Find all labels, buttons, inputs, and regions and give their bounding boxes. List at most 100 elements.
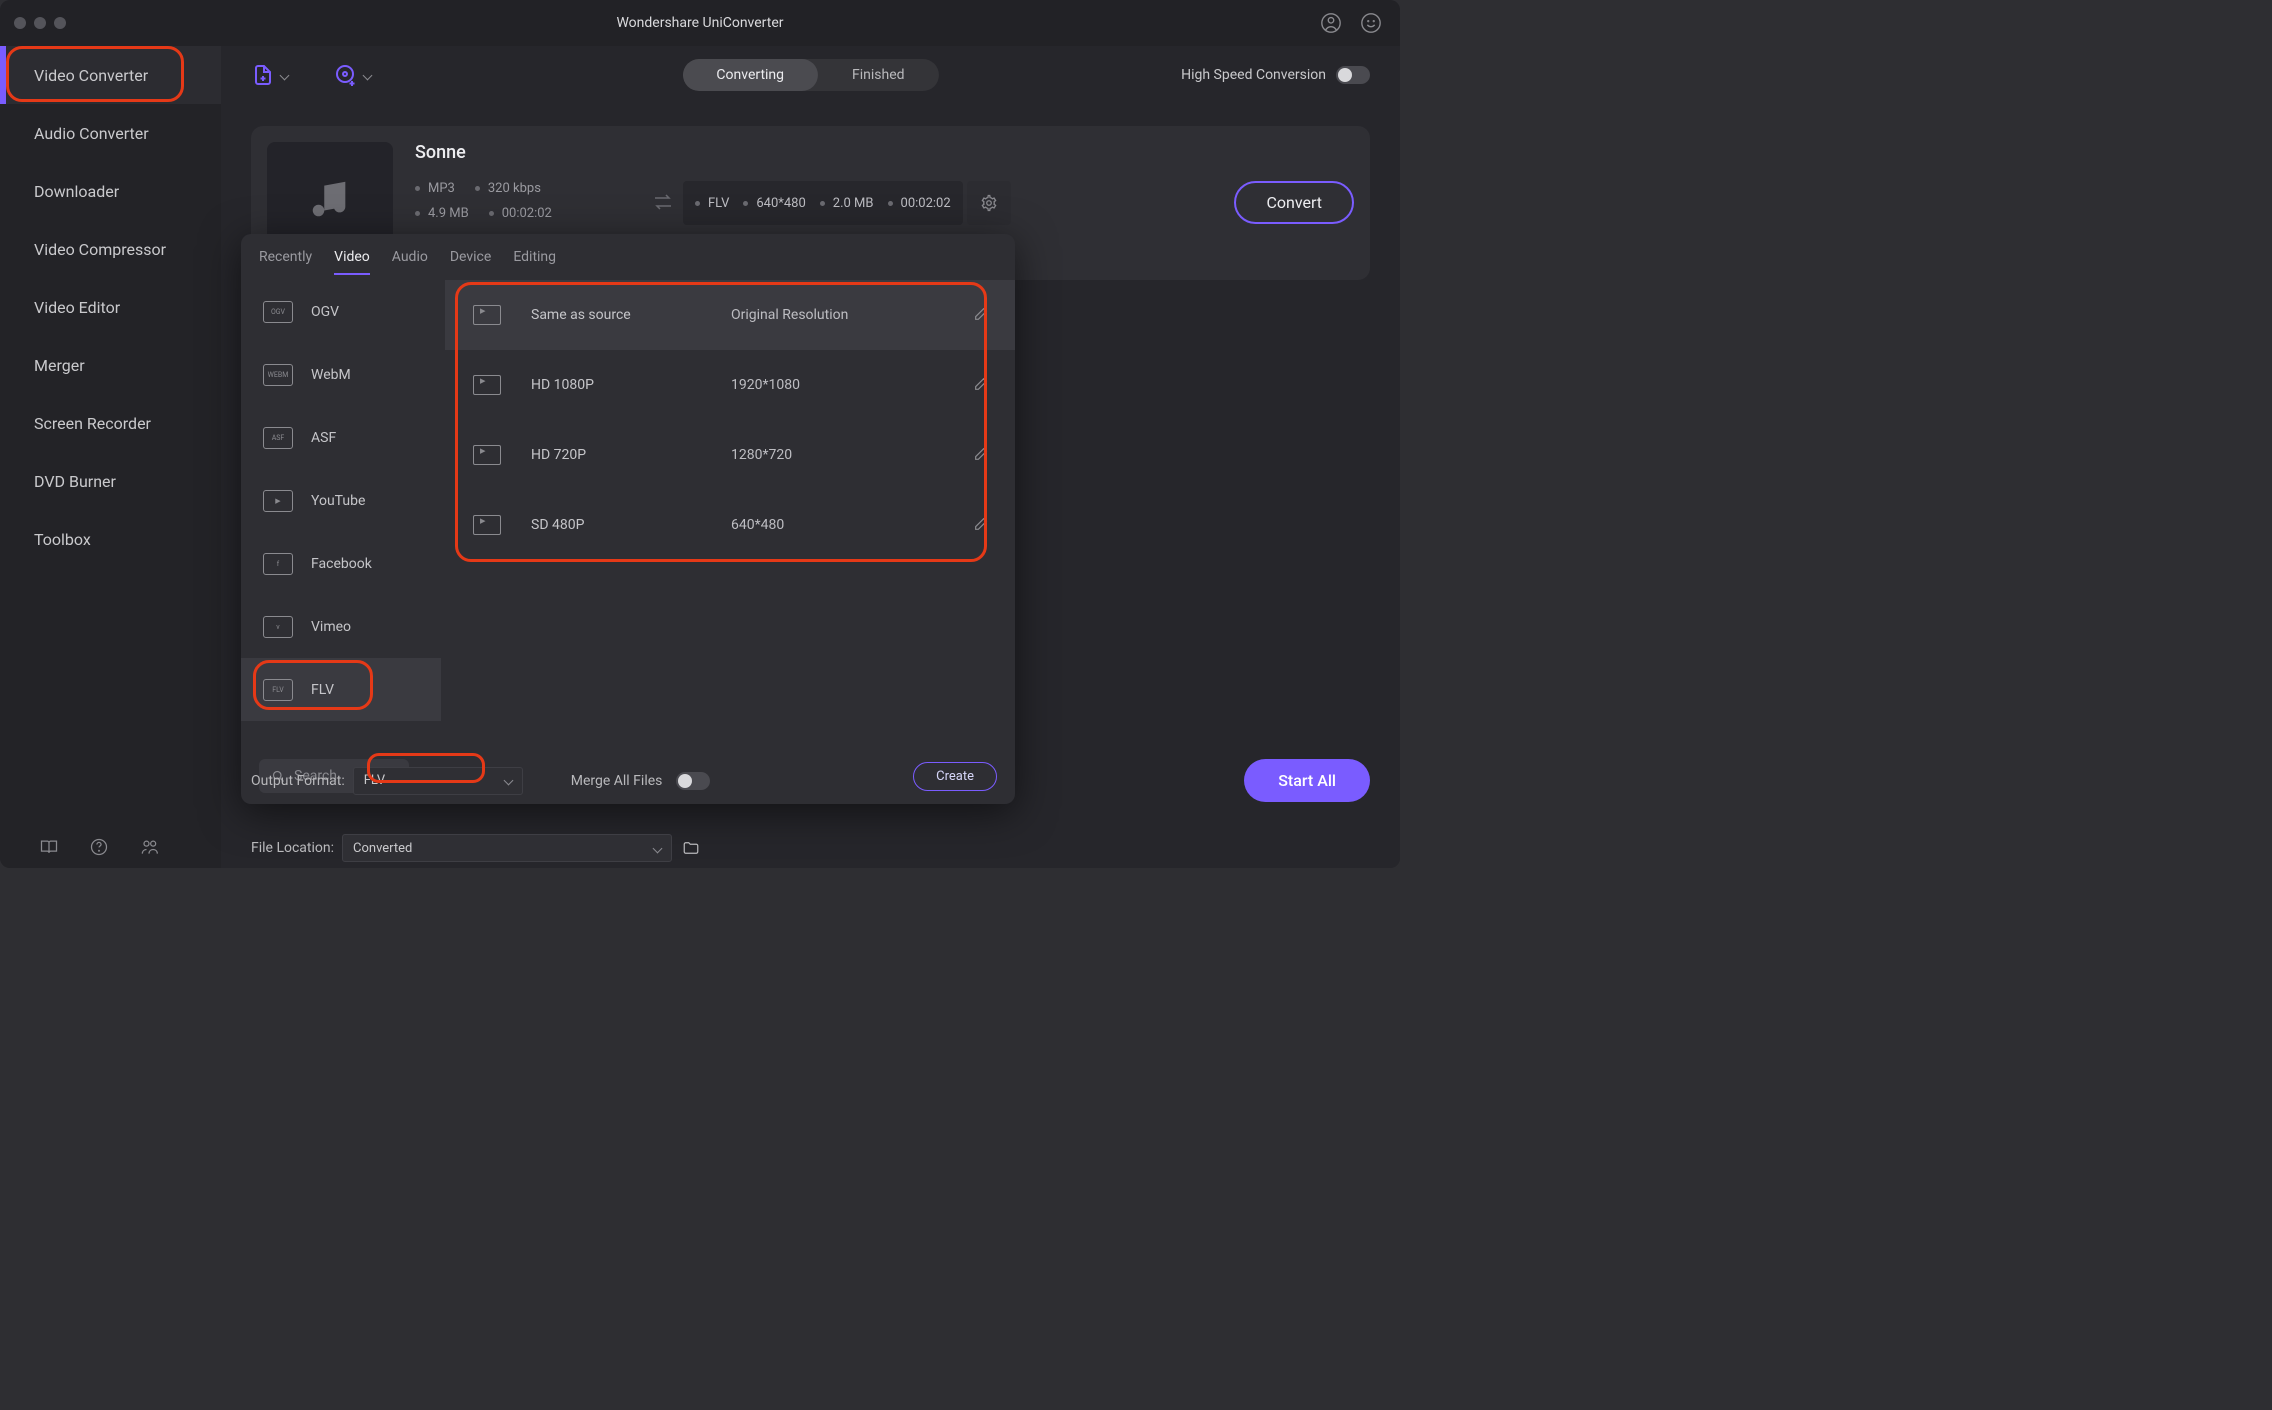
output-format-select[interactable]: FLV bbox=[353, 767, 523, 795]
edit-icon[interactable] bbox=[973, 446, 991, 464]
sidebar-item-audio-converter[interactable]: Audio Converter bbox=[0, 104, 221, 162]
format-list[interactable]: OGV OGV WEBM WebM ASF ASF ▶ YouTube fFaceboo… bbox=[241, 280, 441, 748]
segment-control[interactable]: Converting Finished bbox=[682, 59, 938, 91]
format-badge-icon: ▶ bbox=[263, 490, 293, 512]
start-all-button[interactable]: Start All bbox=[1244, 759, 1370, 802]
high-speed-toggle[interactable] bbox=[1336, 66, 1370, 84]
format-badge-icon: f bbox=[263, 553, 293, 575]
format-badge-icon: FLV bbox=[263, 679, 293, 701]
format-item-asf[interactable]: ASF ASF bbox=[241, 406, 441, 469]
format-badge-icon: WEBM bbox=[263, 364, 293, 386]
format-label: FLV bbox=[311, 682, 334, 698]
chevron-down-icon bbox=[363, 70, 373, 80]
output-format-label: Output Format: bbox=[251, 773, 345, 789]
sidebar-item-screen-recorder[interactable]: Screen Recorder bbox=[0, 394, 221, 452]
resolution-sub: 1920*1080 bbox=[731, 377, 973, 393]
edit-icon[interactable] bbox=[973, 306, 991, 324]
file-location-label: File Location: bbox=[251, 840, 334, 856]
chevron-down-icon bbox=[280, 70, 290, 80]
sidebar-accent bbox=[0, 46, 6, 104]
resolution-list: Same as source Original Resolution HD 10… bbox=[441, 280, 1015, 748]
resolution-title: SD 480P bbox=[531, 517, 731, 533]
format-badge-icon: OGV bbox=[263, 301, 293, 323]
toolbar: Converting Finished High Speed Conversio… bbox=[221, 46, 1400, 104]
src-bitrate: 320 kbps bbox=[475, 181, 541, 196]
high-speed-label: High Speed Conversion bbox=[1181, 67, 1326, 83]
output-format-value: FLV bbox=[364, 773, 385, 788]
sidebar-item-label: DVD Burner bbox=[34, 472, 116, 491]
tgt-resolution: 640*480 bbox=[743, 196, 805, 211]
tab-finished[interactable]: Finished bbox=[818, 59, 939, 91]
tab-recently[interactable]: Recently bbox=[259, 249, 312, 265]
tab-editing[interactable]: Editing bbox=[513, 249, 556, 265]
format-label: OGV bbox=[311, 304, 339, 320]
format-item-webm[interactable]: WEBM WebM bbox=[241, 343, 441, 406]
chevron-down-icon bbox=[503, 776, 513, 786]
feedback-icon[interactable] bbox=[1360, 12, 1382, 34]
merge-all-label: Merge All Files bbox=[571, 773, 663, 789]
tutorial-icon[interactable] bbox=[38, 836, 60, 858]
sidebar-item-toolbox[interactable]: Toolbox bbox=[0, 510, 221, 568]
resolution-sub: Original Resolution bbox=[731, 307, 973, 323]
sidebar-item-label: Toolbox bbox=[34, 530, 91, 549]
sidebar-item-label: Audio Converter bbox=[34, 124, 149, 143]
resolution-item[interactable]: SD 480P 640*480 bbox=[445, 490, 1015, 560]
resolution-sub: 1280*720 bbox=[731, 447, 973, 463]
chevron-down-icon bbox=[653, 843, 663, 853]
user-icon[interactable] bbox=[1320, 12, 1342, 34]
add-file-button[interactable] bbox=[251, 63, 288, 87]
sidebar-item-video-converter[interactable]: Video Converter bbox=[0, 46, 221, 104]
help-icon[interactable] bbox=[88, 836, 110, 858]
target-settings-button[interactable] bbox=[967, 181, 1011, 225]
format-item-vimeo[interactable]: vVimeo bbox=[241, 595, 441, 658]
file-location-select[interactable]: Converted bbox=[342, 834, 672, 862]
format-label: WebM bbox=[311, 367, 351, 383]
bottom-bar: Output Format: FLV Merge All Files Start… bbox=[251, 759, 1370, 862]
format-badge-icon: v bbox=[263, 616, 293, 638]
dropdown-tabs: Recently Video Audio Device Editing bbox=[241, 234, 1015, 280]
src-format: MP3 bbox=[415, 181, 455, 196]
video-icon bbox=[473, 515, 501, 535]
resolution-title: HD 1080P bbox=[531, 377, 731, 393]
tgt-size: 2.0 MB bbox=[820, 196, 874, 211]
format-label: YouTube bbox=[311, 493, 365, 509]
app-title: Wondershare UniConverter bbox=[0, 15, 1400, 31]
tgt-duration: 00:02:02 bbox=[888, 196, 951, 211]
sidebar-item-merger[interactable]: Merger bbox=[0, 336, 221, 394]
tab-video[interactable]: Video bbox=[334, 249, 370, 265]
tgt-format: FLV bbox=[695, 196, 729, 211]
format-item-youtube[interactable]: ▶ YouTube bbox=[241, 469, 441, 532]
sidebar-item-label: Screen Recorder bbox=[34, 414, 151, 433]
target-info-pill[interactable]: FLV 640*480 2.0 MB 00:02:02 bbox=[683, 181, 963, 225]
convert-button[interactable]: Convert bbox=[1234, 181, 1354, 224]
resolution-item[interactable]: HD 720P 1280*720 bbox=[445, 420, 1015, 490]
sidebar-item-dvd-burner[interactable]: DVD Burner bbox=[0, 452, 221, 510]
tab-converting[interactable]: Converting bbox=[682, 59, 818, 91]
convert-arrow-icon bbox=[651, 190, 675, 214]
resolution-title: Same as source bbox=[531, 307, 731, 323]
format-item-ogv[interactable]: OGV OGV bbox=[241, 280, 441, 343]
format-item-flv[interactable]: FLV FLV bbox=[241, 658, 441, 721]
main-panel: Converting Finished High Speed Conversio… bbox=[221, 46, 1400, 868]
sidebar-item-video-editor[interactable]: Video Editor bbox=[0, 278, 221, 336]
resolution-item[interactable]: HD 1080P 1920*1080 bbox=[445, 350, 1015, 420]
tab-audio[interactable]: Audio bbox=[392, 249, 428, 265]
format-badge-icon: ASF bbox=[263, 427, 293, 449]
tab-device[interactable]: Device bbox=[450, 249, 491, 265]
file-location-value: Converted bbox=[353, 841, 412, 856]
edit-icon[interactable] bbox=[973, 516, 991, 534]
merge-all-toggle[interactable] bbox=[676, 772, 710, 790]
open-folder-button[interactable] bbox=[680, 837, 702, 859]
sidebar-item-downloader[interactable]: Downloader bbox=[0, 162, 221, 220]
app-window: Wondershare UniConverter Video Converter… bbox=[0, 0, 1400, 868]
video-icon bbox=[473, 305, 501, 325]
format-item-facebook[interactable]: fFacebook bbox=[241, 532, 441, 595]
add-dvd-button[interactable] bbox=[334, 63, 371, 87]
sidebar-item-video-compressor[interactable]: Video Compressor bbox=[0, 220, 221, 278]
format-label: ASF bbox=[311, 430, 336, 446]
edit-icon[interactable] bbox=[973, 376, 991, 394]
share-icon[interactable] bbox=[138, 836, 160, 858]
sidebar-item-label: Merger bbox=[34, 356, 85, 375]
resolution-item[interactable]: Same as source Original Resolution bbox=[445, 280, 1015, 350]
video-icon bbox=[473, 375, 501, 395]
